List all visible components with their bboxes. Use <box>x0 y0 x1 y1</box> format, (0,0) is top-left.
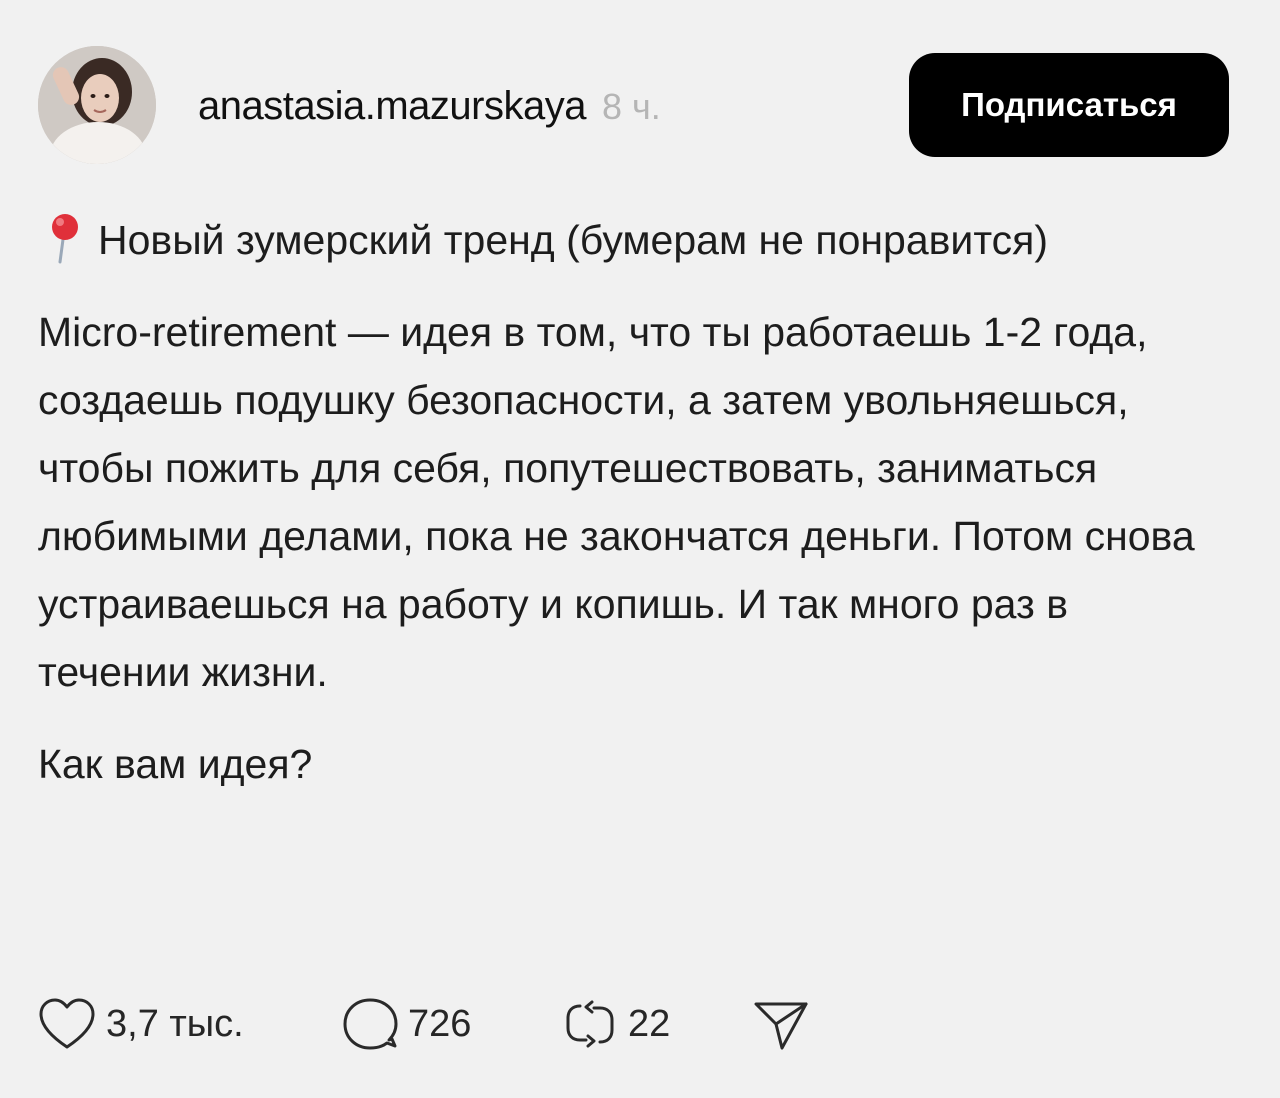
avatar-photo <box>38 46 156 164</box>
repost-icon <box>566 1000 614 1048</box>
comment-count: 726 <box>408 1002 472 1045</box>
post-timestamp: 8 ч. <box>601 86 661 127</box>
post-paragraph-question: Как вам идея? <box>38 741 313 787</box>
post-card: anastasia.mazurskaya 8 ч. Подписаться Но… <box>0 0 1280 1098</box>
comment-bubble-icon <box>343 998 398 1050</box>
repost-count: 22 <box>628 1002 671 1045</box>
heart-icon <box>39 998 95 1049</box>
author-line: anastasia.mazurskaya 8 ч. <box>198 84 661 128</box>
post-body: Новый зумерский тренд (бумерам не понрав… <box>38 206 1218 798</box>
comment-button[interactable]: 726 <box>342 996 562 1052</box>
send-icon <box>754 1002 808 1050</box>
author-username[interactable]: anastasia.mazurskaya <box>198 84 586 129</box>
share-button[interactable] <box>752 996 810 1052</box>
like-count: 3,7 тыс. <box>106 1002 244 1045</box>
round-pushpin-icon <box>38 212 88 264</box>
post-header: anastasia.mazurskaya 8 ч. Подписаться <box>38 46 1230 164</box>
follow-button[interactable]: Подписаться <box>909 53 1229 157</box>
post-paragraph-title: Новый зумерский тренд (бумерам не понрав… <box>38 206 1218 274</box>
post-title-text: Новый зумерский тренд (бумерам не понрав… <box>98 217 1048 263</box>
avatar[interactable] <box>38 46 156 164</box>
post-paragraph-main: Micro-retirement — идея в том, что ты ра… <box>38 309 1195 695</box>
post-actions-bar: 3,7 тыс. 726 22 <box>38 994 810 1054</box>
repost-button[interactable]: 22 <box>562 996 752 1052</box>
like-button[interactable]: 3,7 тыс. <box>38 997 342 1051</box>
